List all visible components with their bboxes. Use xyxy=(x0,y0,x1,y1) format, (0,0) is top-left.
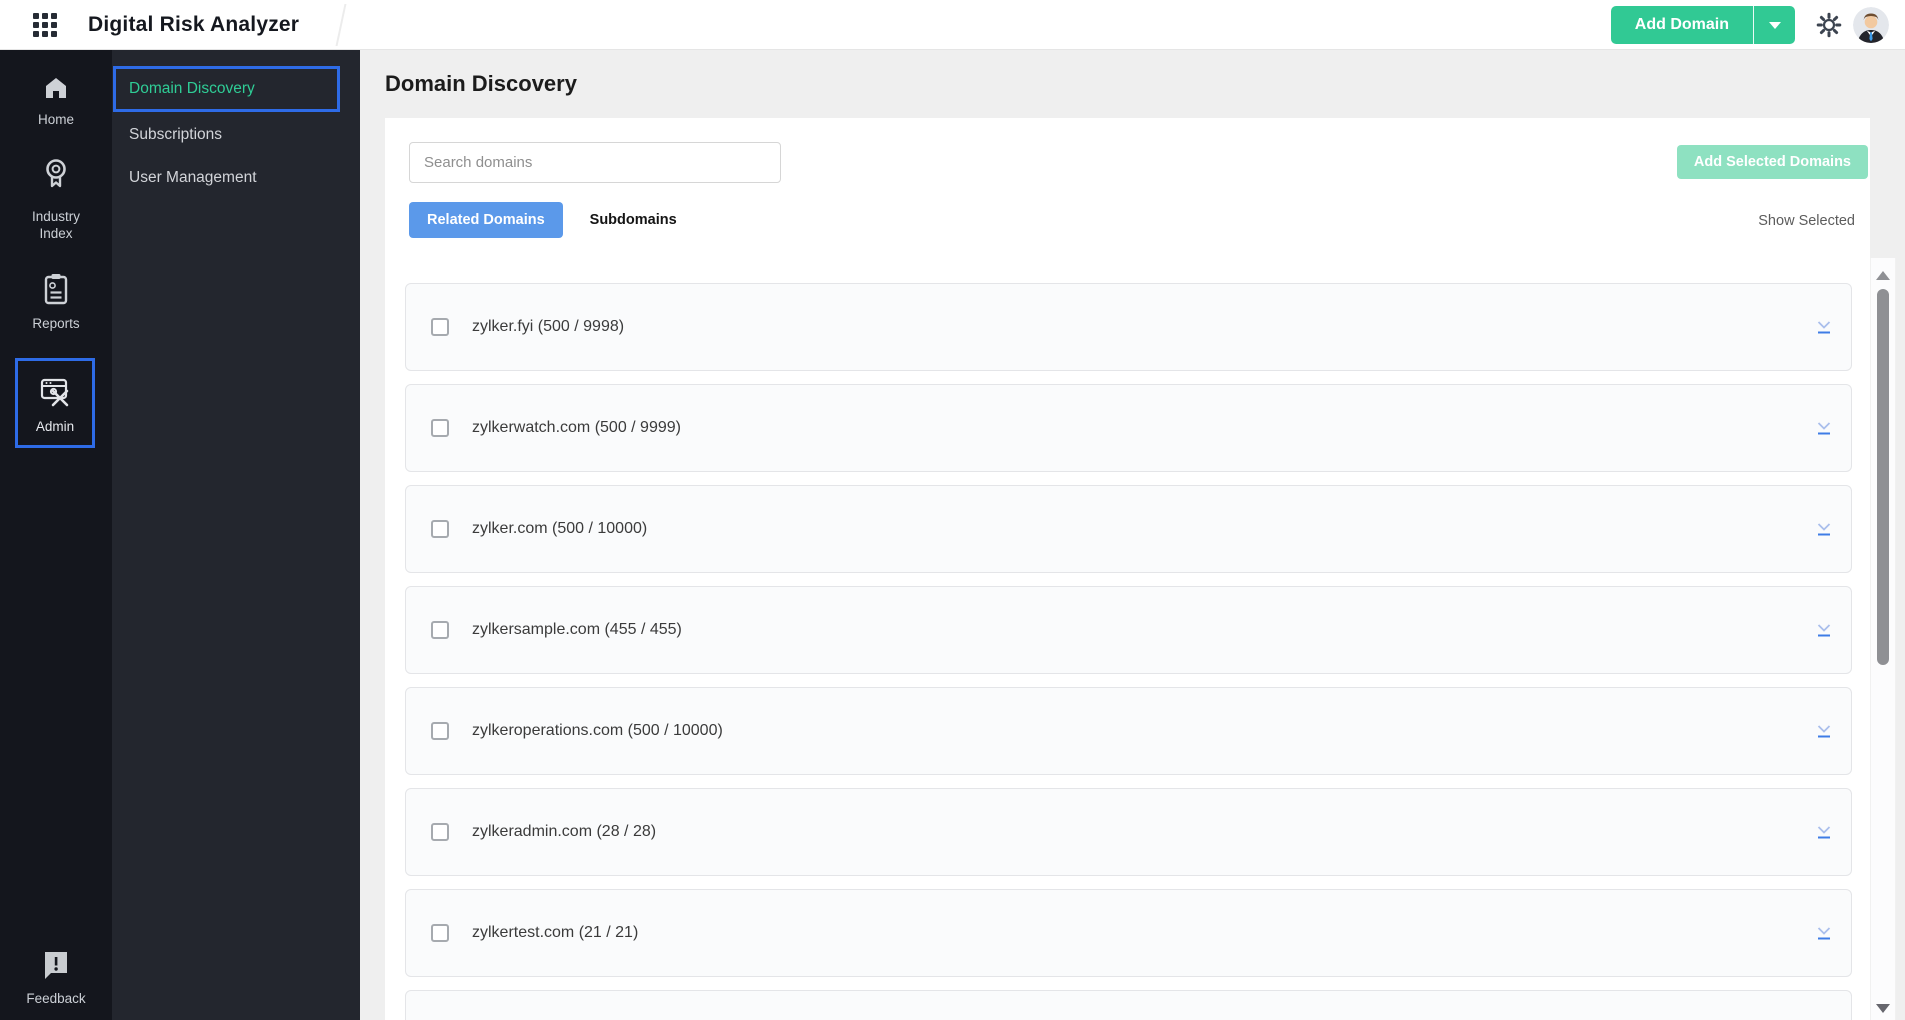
sidebar-item-label: Reports xyxy=(32,316,80,331)
page-title: Domain Discovery xyxy=(385,71,577,96)
domain-checkbox[interactable] xyxy=(431,621,449,639)
domain-label: zylkerwatch.com (500 / 9999) xyxy=(472,419,681,436)
list-scrollbar[interactable] xyxy=(1870,258,1896,1020)
add-domain-split-button[interactable]: Add Domain xyxy=(1610,6,1795,44)
expand-chevron-icon[interactable] xyxy=(1813,318,1835,336)
domain-row[interactable]: zylkerwatch.com (500 / 9999) xyxy=(405,384,1852,472)
sidebar-item-feedback[interactable]: Feedback xyxy=(0,949,112,1006)
feedback-bubble-icon xyxy=(0,949,112,984)
tab-related-domains[interactable]: Related Domains xyxy=(409,202,563,238)
medal-icon xyxy=(0,156,112,201)
sidebar-item-industry-index[interactable]: Industry Index xyxy=(0,156,112,242)
admin-submenu: Domain Discovery Subscriptions User Mana… xyxy=(112,50,360,1020)
submenu-item-label: Subscriptions xyxy=(129,126,223,143)
domain-label: zylker.com (500 / 10000) xyxy=(472,520,648,537)
sidebar-item-label: Admin xyxy=(35,419,75,434)
app-title: Digital Risk Analyzer xyxy=(88,13,300,36)
home-icon xyxy=(0,74,112,105)
expand-chevron-icon[interactable] xyxy=(1813,722,1835,740)
expand-chevron-icon[interactable] xyxy=(1813,823,1835,841)
domain-checkbox[interactable] xyxy=(431,924,449,942)
domain-tabs: Related Domains Subdomains xyxy=(409,202,677,238)
domain-checkbox[interactable] xyxy=(431,520,449,538)
submenu-item-label: User Management xyxy=(129,169,257,186)
expand-chevron-icon[interactable] xyxy=(1813,621,1835,639)
domain-checkbox[interactable] xyxy=(431,823,449,841)
domain-row[interactable]: zylker.com (500 / 10000) xyxy=(405,485,1852,573)
domain-label: zylkertest.com (21 / 21) xyxy=(472,924,639,941)
sidebar-item-admin[interactable]: Admin xyxy=(15,358,95,448)
search-input[interactable] xyxy=(409,142,781,183)
sidebar-item-reports[interactable]: Reports xyxy=(0,272,112,331)
submenu-item-user-management[interactable]: User Management xyxy=(129,165,257,191)
sidebar-item-label: Home xyxy=(37,112,74,127)
domain-list: zylker.fyi (500 / 9998) zylkerwatch.com … xyxy=(405,283,1852,1020)
domain-row[interactable]: zylkeradmin.com (28 / 28) xyxy=(405,788,1852,876)
scrollbar-thumb[interactable] xyxy=(1877,289,1889,665)
submenu-item-subscriptions[interactable]: Subscriptions xyxy=(129,122,222,148)
domain-checkbox[interactable] xyxy=(431,419,449,437)
app-launcher-grid-icon[interactable] xyxy=(33,13,57,37)
title-divider xyxy=(335,4,347,46)
scroll-down-arrow-icon[interactable] xyxy=(1876,1004,1890,1013)
chevron-down-icon xyxy=(1768,21,1781,29)
topbar: Digital Risk Analyzer Add Domain xyxy=(0,0,1905,50)
domain-label: zylkersample.com (455 / 455) xyxy=(472,621,682,638)
submenu-item-label: Domain Discovery xyxy=(129,80,255,97)
expand-chevron-icon[interactable] xyxy=(1813,924,1835,942)
domain-row[interactable]: zylkersample.com (455 / 455) xyxy=(405,586,1852,674)
show-selected-link[interactable]: Show Selected xyxy=(1758,213,1855,229)
expand-chevron-icon[interactable] xyxy=(1813,419,1835,437)
submenu-item-domain-discovery[interactable]: Domain Discovery xyxy=(113,66,340,112)
user-avatar[interactable] xyxy=(1853,7,1889,43)
domain-label: zylker.fyi (500 / 9998) xyxy=(472,318,625,335)
domain-row[interactable]: zylker.fyi (500 / 9998) xyxy=(405,283,1852,371)
domain-row[interactable]: zylkeroperations.com (500 / 10000) xyxy=(405,687,1852,775)
sidebar-item-home[interactable]: Home xyxy=(0,74,112,127)
add-domain-button[interactable]: Add Domain xyxy=(1611,6,1753,44)
domain-label: zylkeradmin.com (28 / 28) xyxy=(472,823,657,840)
expand-chevron-icon[interactable] xyxy=(1813,520,1835,538)
domain-checkbox[interactable] xyxy=(431,318,449,336)
reports-icon xyxy=(0,272,112,309)
admin-tools-icon xyxy=(18,374,92,413)
domain-discovery-panel: Add Selected Domains Related Domains Sub… xyxy=(385,118,1870,1020)
add-selected-domains-button[interactable]: Add Selected Domains xyxy=(1676,145,1868,179)
domain-label: zylkeroperations.com (500 / 10000) xyxy=(472,722,723,739)
settings-gear-icon[interactable] xyxy=(1815,11,1843,39)
sidebar-item-label: Feedback xyxy=(26,991,86,1006)
tab-subdomains[interactable]: Subdomains xyxy=(590,212,677,228)
primary-sidebar: Home Industry Index Reports Admin Feedba… xyxy=(0,50,112,1020)
add-domain-dropdown-button[interactable] xyxy=(1753,6,1795,44)
scroll-up-arrow-icon[interactable] xyxy=(1876,271,1890,280)
domain-row[interactable]: zylkertest.com (21 / 21) xyxy=(405,889,1852,977)
domain-checkbox[interactable] xyxy=(431,722,449,740)
main-content: Domain Discovery Add Selected Domains Re… xyxy=(360,50,1905,1020)
domain-row[interactable]: zylkerlabs.com (500 / 10000) xyxy=(405,990,1852,1020)
sidebar-item-label: Industry Index xyxy=(31,209,81,241)
